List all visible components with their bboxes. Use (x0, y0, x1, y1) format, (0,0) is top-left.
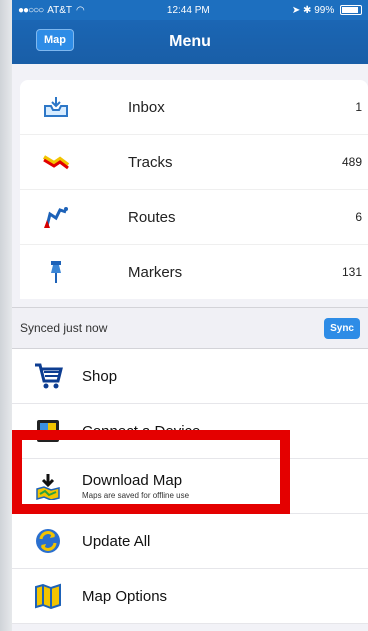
location-icon: ➤ (291, 4, 301, 16)
bluetooth-icon: ✱ (303, 4, 312, 16)
menu-item-subtitle: Maps are saved for offline use (82, 491, 190, 500)
menu-item-shop[interactable]: Shop (12, 349, 368, 404)
main-menu: Shop Connect a Device Download Map Maps … (12, 349, 368, 624)
library-item-inbox[interactable]: Inbox 1 (20, 80, 368, 134)
sync-button[interactable]: Sync (324, 317, 360, 339)
signal-dots-icon: ●●○○○ (18, 4, 44, 16)
map-button[interactable]: Map (36, 29, 74, 51)
library-item-count: 6 (355, 210, 362, 224)
update-icon (28, 527, 68, 555)
library-item-label: Tracks (128, 153, 173, 171)
sync-status: Synced just now (20, 321, 108, 335)
library-list: Inbox 1 Tracks 489 Routes 6 Markers 131 (20, 80, 368, 299)
carrier-info: ●●○○○ AT&T ◠ (18, 5, 85, 16)
inbox-icon (32, 96, 80, 118)
routes-icon (32, 204, 80, 230)
sync-bar: Synced just now Sync (12, 307, 368, 349)
library-item-count: 489 (341, 155, 362, 169)
menu-item-map-options[interactable]: Map Options (12, 569, 368, 624)
map-options-icon (28, 583, 68, 609)
library-item-label: Inbox (128, 98, 165, 116)
status-bar: ●●○○○ AT&T ◠ 12:44 PM ➤ ✱ 99% (12, 0, 368, 20)
menu-item-update-all[interactable]: Update All (12, 514, 368, 569)
left-bezel (0, 0, 12, 631)
device-icon (28, 418, 68, 444)
library-item-label: Routes (128, 208, 176, 226)
library-item-routes[interactable]: Routes 6 (20, 189, 368, 244)
menu-item-label: Download Map (82, 472, 183, 489)
library-item-tracks[interactable]: Tracks 489 (20, 134, 368, 189)
wifi-icon: ◠ (76, 4, 85, 16)
phone-screen: ●●○○○ AT&T ◠ 12:44 PM ➤ ✱ 99% Map Menu I… (12, 0, 368, 631)
tracks-icon (32, 153, 80, 171)
battery-percent: 99% (314, 4, 335, 16)
library-item-label: Markers (128, 263, 183, 281)
shopping-cart-icon (28, 362, 68, 390)
library-item-markers[interactable]: Markers 131 (20, 244, 368, 299)
battery-info: ➤ ✱ 99% (292, 5, 362, 16)
menu-item-label: Update All (82, 532, 151, 550)
menu-item-label: Map Options (82, 587, 168, 605)
battery-icon (340, 4, 362, 15)
menu-item-label: Connect a Device (82, 422, 201, 440)
library-item-count: 1 (355, 100, 362, 114)
marker-pin-icon (32, 259, 80, 285)
status-time: 12:44 PM (166, 4, 210, 16)
navigation-bar: Map Menu (12, 20, 368, 64)
page-title: Menu (169, 33, 211, 50)
carrier-name: AT&T (47, 4, 73, 16)
menu-item-download-map[interactable]: Download Map Maps are saved for offline … (12, 459, 368, 514)
library-item-count: 131 (341, 265, 362, 279)
menu-item-connect-device[interactable]: Connect a Device (12, 404, 368, 459)
menu-item-label: Shop (82, 367, 118, 385)
download-map-icon (28, 472, 68, 500)
